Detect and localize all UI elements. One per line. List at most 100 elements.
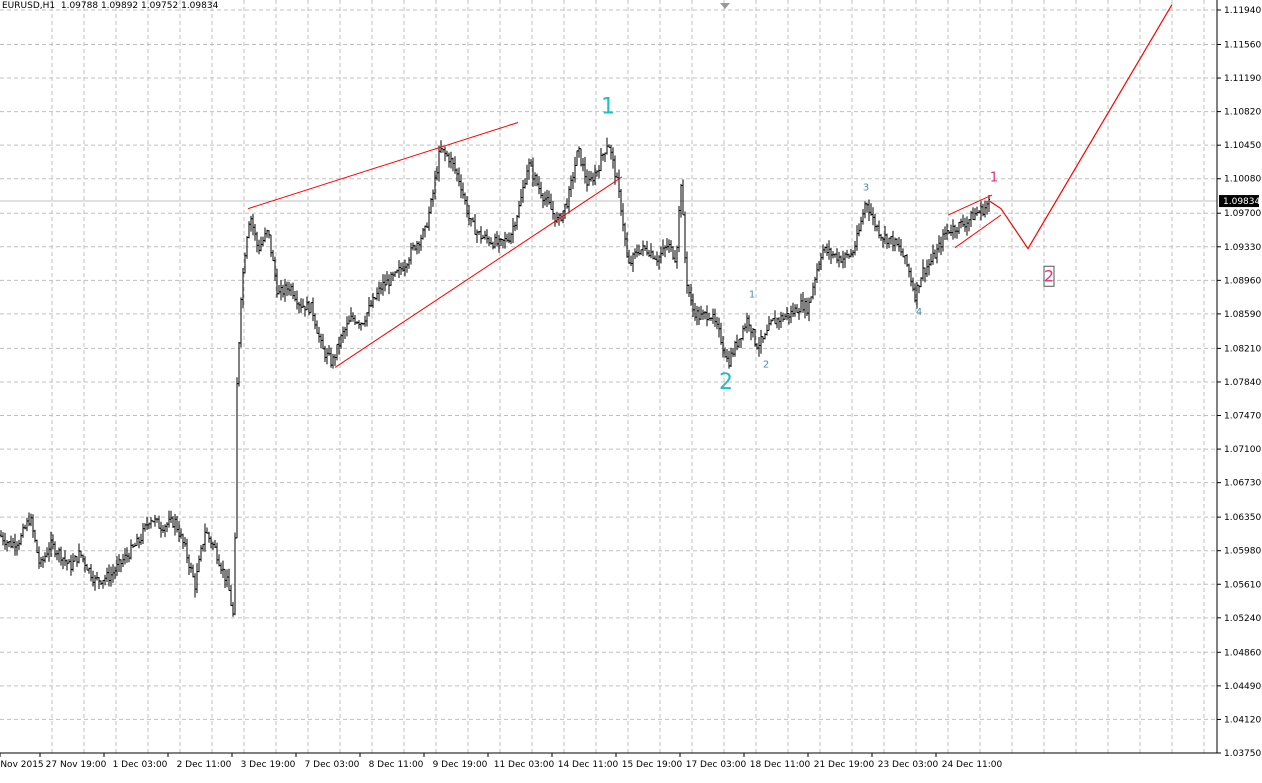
x-tick-label: 15 Dec 19:00 <box>622 760 683 770</box>
candle <box>704 311 706 320</box>
candle <box>800 293 802 313</box>
candle <box>408 257 410 269</box>
chart-window[interactable]: 12123412 1.11940 1.11560 1.11190 1.10820 1.1… <box>0 0 1262 783</box>
candle <box>388 274 390 295</box>
candle <box>482 234 484 240</box>
candle <box>830 247 832 265</box>
candle <box>364 315 366 327</box>
price-chart[interactable]: 12123412 1.119401.115601.111901.108201.1… <box>0 0 1262 783</box>
candle <box>544 191 546 206</box>
candle <box>460 174 462 199</box>
candle <box>398 260 400 279</box>
candle <box>328 345 330 356</box>
x-tick-label: 18 Dec 11:00 <box>750 760 811 770</box>
candle <box>4 532 6 550</box>
candle <box>954 224 956 239</box>
candle <box>986 200 988 215</box>
candle <box>310 302 312 314</box>
candle <box>808 297 810 322</box>
candle <box>356 321 358 325</box>
y-tick-label: 1.04120 <box>1224 715 1261 725</box>
candle <box>112 564 114 583</box>
wedge-lower-line[interactable] <box>954 214 1002 249</box>
candle <box>950 224 952 237</box>
candle <box>712 308 714 324</box>
candle <box>452 157 454 172</box>
candle <box>508 232 510 244</box>
wave-label-4: 4 <box>916 307 922 318</box>
candle <box>354 315 356 326</box>
candle <box>824 246 826 254</box>
candle <box>528 158 530 180</box>
candle <box>362 322 364 326</box>
candle <box>874 213 876 232</box>
candle <box>958 221 960 235</box>
candle <box>474 214 476 235</box>
candle <box>770 319 772 326</box>
candle <box>748 315 750 332</box>
candle <box>552 201 554 220</box>
candle <box>688 284 690 298</box>
candle <box>716 316 718 330</box>
candle <box>156 518 158 523</box>
lower-channel-line[interactable] <box>334 176 623 368</box>
y-tick-label: 1.10080 <box>1224 175 1261 185</box>
candle <box>644 245 646 252</box>
candle <box>450 151 452 169</box>
candle <box>520 188 522 207</box>
y-tick-label: 1.05610 <box>1224 580 1261 590</box>
candle <box>502 238 504 249</box>
candle <box>642 240 644 257</box>
candle <box>72 553 74 572</box>
candle <box>880 233 882 241</box>
candle <box>634 248 636 260</box>
candle <box>240 297 242 348</box>
candle <box>750 324 752 341</box>
candle <box>966 216 968 236</box>
candle <box>516 215 518 230</box>
candle <box>204 523 206 552</box>
candle <box>120 559 122 573</box>
candle <box>620 188 622 216</box>
candle <box>60 546 62 566</box>
upper-channel-line[interactable] <box>247 122 519 210</box>
candle <box>380 282 382 295</box>
candle <box>622 203 624 232</box>
chart-shift-marker[interactable] <box>720 3 730 9</box>
candle <box>188 554 190 575</box>
symbol-label: EURUSD,H1 <box>2 1 56 11</box>
candle <box>214 540 216 548</box>
candle <box>768 316 770 331</box>
candle <box>598 165 600 179</box>
candle <box>546 189 548 208</box>
candle <box>374 297 376 300</box>
candle <box>650 243 652 259</box>
candle <box>804 298 806 319</box>
candle <box>602 153 604 161</box>
candle <box>736 334 738 351</box>
candle <box>656 251 658 266</box>
ohlc-values: 1.09788 1.09892 1.09752 1.09834 <box>60 1 219 11</box>
x-tick-label: 11 Dec 03:00 <box>494 760 555 770</box>
candle <box>90 564 92 582</box>
candle <box>378 281 380 302</box>
candle <box>974 208 976 221</box>
candle <box>424 225 426 238</box>
candle <box>746 312 748 334</box>
candle <box>194 573 196 598</box>
y-tick-label: 1.07470 <box>1224 412 1261 422</box>
candle <box>454 156 456 174</box>
candle <box>676 245 678 269</box>
candle <box>138 536 140 549</box>
y-tick-label: 1.10450 <box>1224 141 1261 151</box>
candle <box>198 555 200 573</box>
candle <box>500 238 502 246</box>
candle <box>280 280 282 301</box>
candle <box>952 219 954 240</box>
elliott-projection-line[interactable] <box>989 4 1173 250</box>
candle <box>392 271 394 282</box>
x-tick-label: 2 Dec 11:00 <box>177 760 232 770</box>
candle <box>682 179 684 216</box>
candle <box>744 323 746 332</box>
candle <box>192 564 194 578</box>
